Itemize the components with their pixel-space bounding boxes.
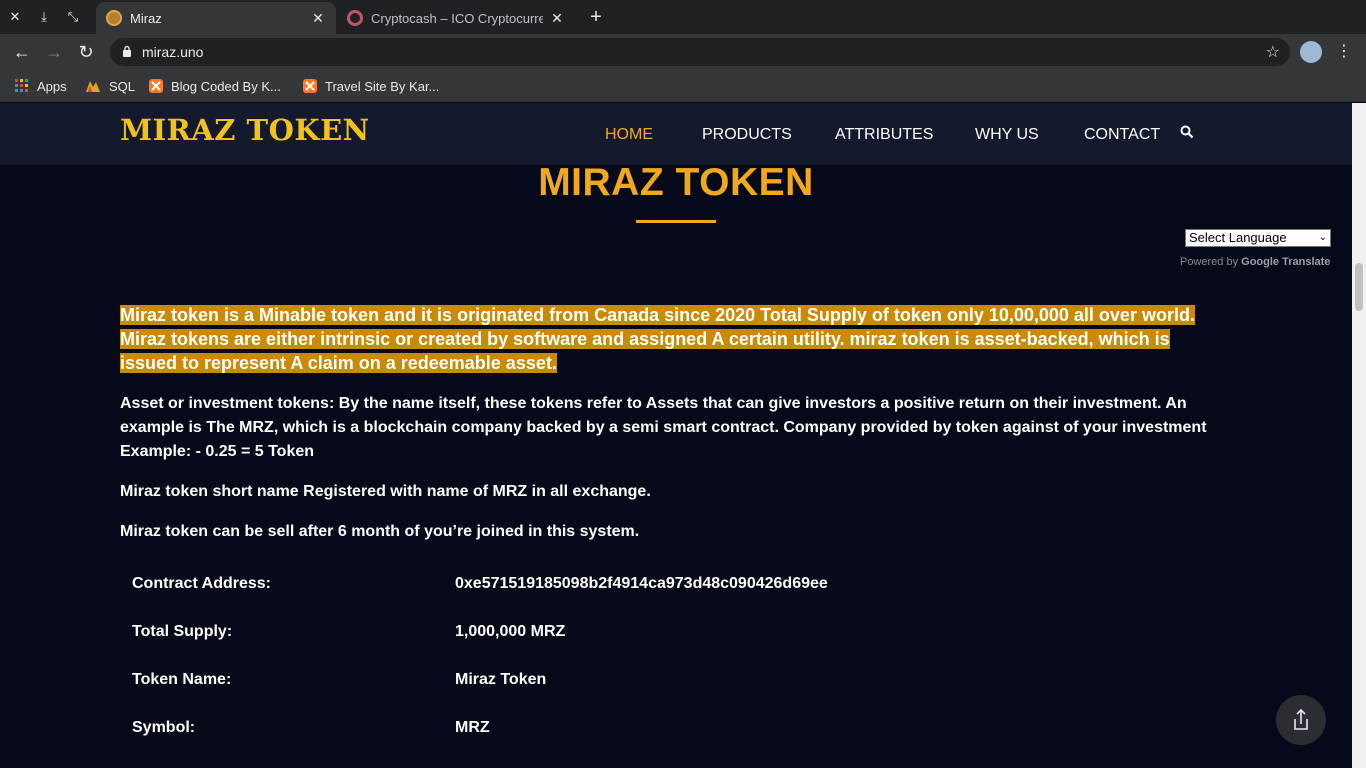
xampp-icon xyxy=(149,79,163,93)
profile-avatar[interactable] xyxy=(1300,41,1322,63)
tab-title: Miraz xyxy=(130,10,162,26)
search-icon[interactable] xyxy=(1180,125,1194,139)
bookmark-label: Blog Coded By K... xyxy=(171,78,281,94)
browser-toolbar: ← → ↻ miraz.uno ☆ ⋮ xyxy=(0,34,1366,70)
google-logo-text[interactable]: Google xyxy=(1241,256,1279,268)
xampp-icon xyxy=(303,79,317,93)
page-scrollbar[interactable] xyxy=(1352,103,1366,768)
title-underline xyxy=(636,220,716,223)
back-icon[interactable]: ← xyxy=(11,41,33,63)
powered-by-text: Powered by xyxy=(1180,256,1239,268)
nav-products[interactable]: PRODUCTS xyxy=(702,126,792,144)
contract-address-label: Contract Address: xyxy=(132,575,271,592)
share-icon xyxy=(1294,708,1308,730)
site-logo[interactable]: MIRAZ TOKEN xyxy=(120,113,370,147)
miraz-favicon-icon xyxy=(106,10,122,26)
total-supply-value: 1,000,000 MRZ xyxy=(455,623,566,640)
bookmark-label: SQL xyxy=(109,78,136,94)
language-select-label: Select Language xyxy=(1189,230,1287,245)
new-tab-icon[interactable]: + xyxy=(585,6,607,28)
tab-close-icon[interactable]: ✕ xyxy=(310,10,326,27)
sql-icon xyxy=(86,81,100,92)
paragraph-short-name: Miraz token short name Registered with n… xyxy=(120,483,651,500)
close-window-icon[interactable]: ✕ xyxy=(6,8,24,26)
tab-miraz[interactable]: Miraz ✕ xyxy=(96,2,336,34)
bookmark-apps[interactable]: Apps xyxy=(15,77,67,95)
scrollbar-thumb[interactable] xyxy=(1355,263,1363,311)
address-bar[interactable]: miraz.uno ☆ xyxy=(110,38,1290,66)
nav-attributes[interactable]: ATTRIBUTES xyxy=(835,126,933,144)
bookmark-label: Travel Site By Kar... xyxy=(325,78,440,94)
bookmarks-bar: Apps SQL Blog Coded By K... Travel Site … xyxy=(0,70,1366,102)
tab-cryptocash[interactable]: Cryptocash – ICO Cryptocurrency ✕ xyxy=(337,2,575,34)
site-header: MIRAZ TOKEN HOME PRODUCTS ATTRIBUTES WHY… xyxy=(0,103,1352,165)
bookmark-blog[interactable]: Blog Coded By K... xyxy=(149,77,281,95)
contract-address-value: 0xe571519185098b2f4914ca973d48c090426d69… xyxy=(455,575,828,592)
total-supply-label: Total Supply: xyxy=(132,623,233,640)
share-button[interactable] xyxy=(1276,695,1326,745)
chevron-down-icon: ⌄ xyxy=(1318,232,1327,243)
bookmark-label: Apps xyxy=(37,78,67,94)
intro-paragraph: Miraz token is a Minable token and it is… xyxy=(120,303,1230,375)
browser-tabstrip: ✕ ⤓ ⤡ Miraz ✕ Cryptocash – ICO Cryptocur… xyxy=(0,0,1366,34)
nav-contact[interactable]: CONTACT xyxy=(1084,126,1160,144)
browser-menu-icon[interactable]: ⋮ xyxy=(1336,41,1352,63)
bookmark-star-icon[interactable]: ☆ xyxy=(1266,42,1280,62)
language-select[interactable]: Select Language ⌄ xyxy=(1185,229,1331,247)
bookmark-travel[interactable]: Travel Site By Kar... xyxy=(303,77,439,95)
bookmark-sql[interactable]: SQL xyxy=(85,77,135,95)
token-name-value: Miraz Token xyxy=(455,671,547,688)
nav-home[interactable]: HOME xyxy=(605,126,653,144)
web-page: MIRAZ TOKEN HOME PRODUCTS ATTRIBUTES WHY… xyxy=(0,103,1352,768)
apps-grid-icon xyxy=(15,79,28,92)
powered-by-google-translate: Powered by Google Translate xyxy=(1180,256,1330,268)
token-name-label: Token Name: xyxy=(132,671,232,688)
paragraph-asset-tokens: Asset or investment tokens: By the name … xyxy=(120,395,1207,460)
url-text: miraz.uno xyxy=(142,44,204,60)
nav-why-us[interactable]: WHY US xyxy=(975,126,1039,144)
symbol-label: Symbol: xyxy=(132,719,196,736)
symbol-value: MRZ xyxy=(455,719,490,736)
download-icon[interactable]: ⤓ xyxy=(35,8,53,26)
page-title: MIRAZ TOKEN xyxy=(538,161,814,204)
forward-icon[interactable]: → xyxy=(43,41,65,63)
reload-icon[interactable]: ↻ xyxy=(75,41,97,63)
restore-window-icon[interactable]: ⤡ xyxy=(64,8,82,26)
cryptocash-favicon-icon xyxy=(347,10,363,26)
tab-close-icon[interactable]: ✕ xyxy=(549,10,565,27)
paragraph-sell-after: Miraz token can be sell after 6 month of… xyxy=(120,523,640,540)
lock-icon xyxy=(123,45,131,57)
translate-text[interactable]: Translate xyxy=(1282,256,1330,268)
intro-highlighted-text: Miraz token is a Minable token and it is… xyxy=(120,305,1195,373)
tab-title: Cryptocash – ICO Cryptocurrency xyxy=(371,10,543,26)
